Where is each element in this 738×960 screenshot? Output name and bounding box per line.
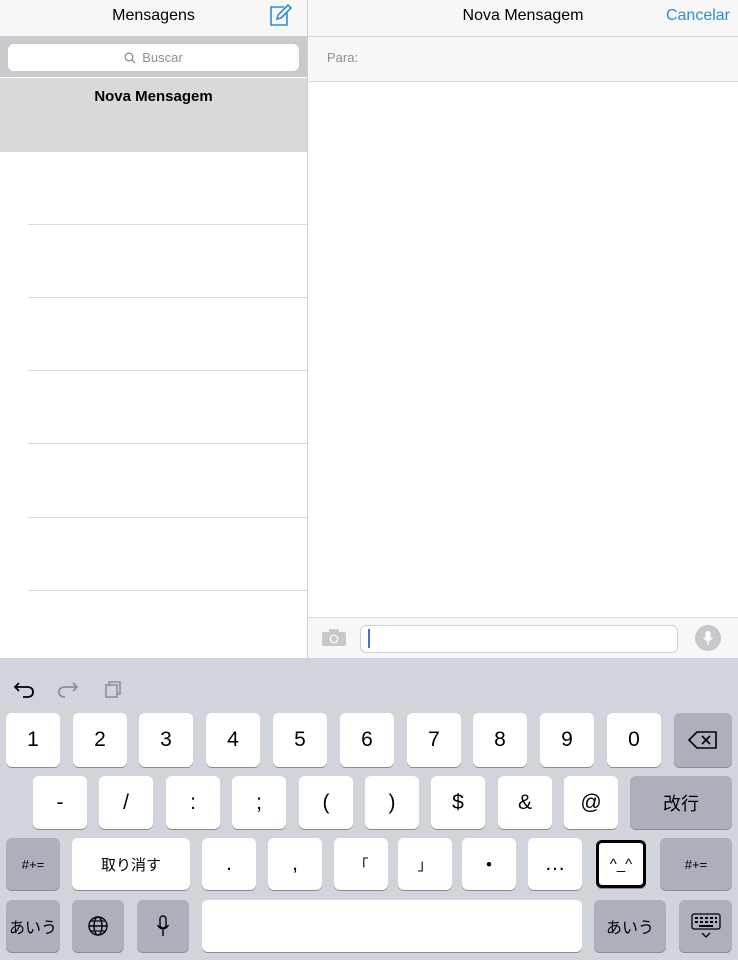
- list-separator: [28, 443, 307, 444]
- paste-icon: [105, 681, 121, 698]
- list-separator: [28, 590, 307, 591]
- key-2[interactable]: 2: [73, 713, 127, 767]
- message-input[interactable]: [360, 625, 678, 653]
- kana-key-left[interactable]: あいう: [6, 900, 60, 952]
- key-colon[interactable]: :: [166, 776, 220, 829]
- kana-key-right[interactable]: あいう: [594, 900, 666, 952]
- undo-input-key[interactable]: 取り消す: [72, 838, 190, 890]
- redo-icon: [58, 682, 79, 698]
- compose-button[interactable]: [266, 2, 294, 30]
- key-0[interactable]: 0: [607, 713, 661, 767]
- key-5[interactable]: 5: [273, 713, 327, 767]
- conversation-list-title: Mensagens: [112, 7, 195, 24]
- emoticon-key[interactable]: ^_^: [596, 840, 646, 888]
- key-7[interactable]: 7: [407, 713, 461, 767]
- dictation-key[interactable]: [137, 900, 189, 952]
- key-4[interactable]: 4: [206, 713, 260, 767]
- symbols-key-left[interactable]: #+=: [6, 838, 60, 890]
- key-period[interactable]: .: [202, 838, 256, 890]
- delete-key[interactable]: [674, 713, 732, 767]
- key-at[interactable]: @: [564, 776, 618, 829]
- key-close-paren[interactable]: ): [365, 776, 419, 829]
- microphone-icon: [702, 631, 714, 645]
- return-key[interactable]: 改行: [630, 776, 732, 829]
- text-cursor: [368, 629, 370, 648]
- key-open-paren[interactable]: (: [299, 776, 353, 829]
- pane-divider: [307, 0, 308, 658]
- key-dollar[interactable]: $: [431, 776, 485, 829]
- list-separator: [28, 517, 307, 518]
- undo-button[interactable]: [11, 676, 37, 702]
- dismiss-keyboard-key[interactable]: [679, 900, 732, 952]
- recipient-label: Para:: [327, 50, 359, 65]
- paste-button[interactable]: [100, 676, 126, 702]
- key-3[interactable]: 3: [139, 713, 193, 767]
- globe-icon: [88, 916, 108, 936]
- space-key[interactable]: [202, 900, 582, 952]
- dictation-button[interactable]: [695, 625, 721, 651]
- undo-icon: [13, 682, 34, 698]
- key-open-bracket[interactable]: 「: [334, 838, 388, 890]
- key-9[interactable]: 9: [540, 713, 594, 767]
- list-separator: [28, 370, 307, 371]
- key-8[interactable]: 8: [473, 713, 527, 767]
- compose-icon: [270, 4, 292, 26]
- symbols-key-right[interactable]: #+=: [660, 838, 732, 890]
- keyboard-dismiss-icon: [690, 913, 721, 938]
- backspace-icon: [688, 731, 717, 749]
- key-close-bracket[interactable]: 」: [398, 838, 452, 890]
- search-placeholder: Buscar: [142, 50, 183, 65]
- list-separator: [28, 224, 307, 225]
- search-icon: [124, 52, 136, 63]
- key-1[interactable]: 1: [6, 713, 60, 767]
- key-ellipsis[interactable]: …: [528, 838, 582, 890]
- list-item-title: Nova Mensagem: [94, 88, 213, 105]
- recipient-input[interactable]: [365, 44, 729, 76]
- microphone-icon: [156, 915, 170, 936]
- list-separator: [28, 297, 307, 298]
- key-hyphen[interactable]: -: [33, 776, 87, 829]
- redo-button[interactable]: [55, 676, 81, 702]
- globe-key[interactable]: [72, 900, 124, 952]
- search-input[interactable]: Buscar: [8, 44, 299, 71]
- cancel-button[interactable]: Cancelar: [640, 0, 730, 32]
- camera-button[interactable]: [320, 626, 348, 648]
- key-ampersand[interactable]: &: [498, 776, 552, 829]
- camera-icon: [322, 629, 346, 646]
- key-6[interactable]: 6: [340, 713, 394, 767]
- key-middle-dot[interactable]: ・: [462, 838, 516, 890]
- key-comma[interactable]: ,: [268, 838, 322, 890]
- key-slash[interactable]: /: [99, 776, 153, 829]
- key-semicolon[interactable]: ;: [232, 776, 286, 829]
